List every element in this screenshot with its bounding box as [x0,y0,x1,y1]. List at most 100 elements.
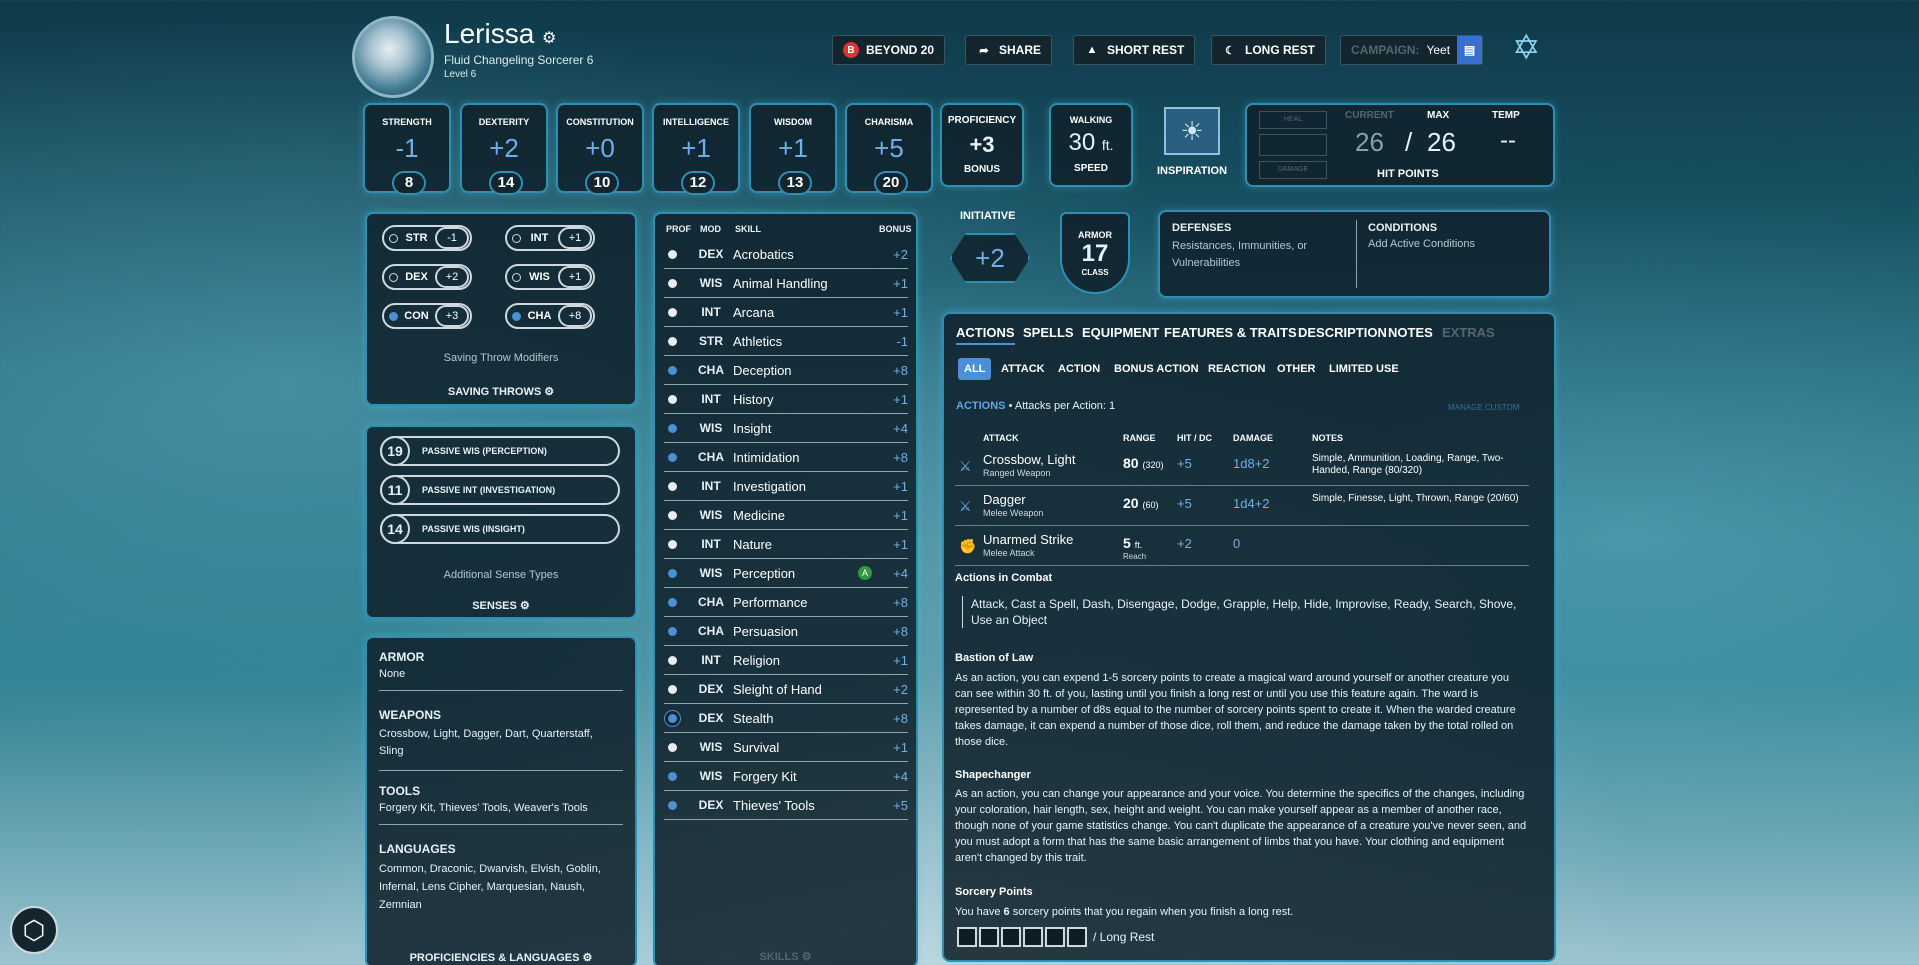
skill-row[interactable]: INT Arcana +1 [664,298,908,327]
attack-damage[interactable]: 0 [1233,536,1240,551]
gear-icon[interactable]: ⚙ [802,951,812,963]
skill-bonus[interactable]: +1 [874,508,908,523]
skill-row[interactable]: WIS Insight +4 [664,414,908,443]
ability-charisma[interactable]: CHARISMA +5 20 [845,103,933,195]
attack-damage[interactable]: 1d8+2 [1233,456,1270,471]
skill-row[interactable]: WIS Survival +1 [664,733,908,762]
conditions-text[interactable]: Add Active Conditions [1368,238,1475,250]
short-rest-button[interactable]: ▲ SHORT REST [1073,35,1196,65]
sorcery-point-checkbox[interactable] [1045,927,1065,947]
character-avatar[interactable] [352,16,434,98]
filter-reaction[interactable]: REACTION [1202,358,1271,380]
ability-modifier[interactable]: +1 [751,133,835,164]
saving-throw-bonus[interactable]: -1 [435,227,469,249]
hp-amount-input[interactable] [1259,134,1327,156]
saving-throw-bonus[interactable]: +3 [435,305,469,327]
additional-sense-types[interactable]: Additional Sense Types [367,569,635,581]
dnd-beyond-logo-icon[interactable]: ✡ [1512,28,1541,68]
skill-row[interactable]: CHA Persuasion +8 [664,617,908,646]
skill-bonus[interactable]: +2 [874,247,908,262]
tab-actions[interactable]: ACTIONS [956,325,1015,345]
skill-row[interactable]: INT History +1 [664,385,908,414]
skill-row[interactable]: CHA Performance +8 [664,588,908,617]
sorcery-point-checkbox[interactable] [979,927,999,947]
skill-row[interactable]: WIS Perception A +4 [664,559,908,588]
filter-action[interactable]: ACTION [1052,358,1106,380]
attack-name[interactable]: Dagger [983,492,1026,507]
campaign-button[interactable]: CAMPAIGN: Yeet ▤ [1340,35,1483,65]
skill-bonus[interactable]: +8 [874,711,908,726]
saving-throw-con[interactable]: CON +3 [382,303,472,329]
skill-bonus[interactable]: +5 [874,798,908,813]
saving-throw-dex[interactable]: DEX +2 [382,264,472,290]
skill-bonus[interactable]: +1 [874,537,908,552]
tab-spells[interactable]: SPELLS [1023,325,1074,340]
proficiencies-title[interactable]: PROFICIENCIES & LANGUAGES ⚙ [367,951,635,964]
skill-row[interactable]: DEX Sleight of Hand +2 [664,675,908,704]
skill-row[interactable]: CHA Deception +8 [664,356,908,385]
attack-hit-bonus[interactable]: +5 [1177,456,1192,471]
ability-dexterity[interactable]: DEXTERITY +2 14 [460,103,548,195]
attack-hit-bonus[interactable]: +5 [1177,496,1192,511]
attack-name[interactable]: Unarmed Strike [983,532,1073,547]
filter-bonus-action[interactable]: BONUS ACTION [1108,358,1205,380]
skill-bonus[interactable]: +1 [874,479,908,494]
skills-title[interactable]: SKILLS ⚙ [655,950,916,963]
saving-throw-bonus[interactable]: +8 [558,305,592,327]
saving-throw-str[interactable]: STR -1 [382,225,472,251]
skill-row[interactable]: WIS Forgery Kit +4 [664,762,908,791]
attack-row[interactable]: ✊ Unarmed Strike Melee Attack 5 ft. Reac… [955,526,1529,566]
filter-attack[interactable]: ATTACK [995,358,1051,380]
skill-bonus[interactable]: +8 [874,450,908,465]
gear-icon[interactable]: ⚙ [520,600,530,612]
skill-bonus[interactable]: +2 [874,682,908,697]
tab-extras[interactable]: EXTRAS [1442,325,1495,340]
sorcery-point-checkbox[interactable] [1023,927,1043,947]
ability-constitution[interactable]: CONSTITUTION +0 10 [556,103,644,195]
dice-roller-icon[interactable]: ⬡ [10,906,58,954]
skill-bonus[interactable]: +1 [874,392,908,407]
ability-modifier[interactable]: +5 [847,133,931,164]
skill-row[interactable]: WIS Medicine +1 [664,501,908,530]
saving-throw-int[interactable]: INT +1 [505,225,595,251]
ability-modifier[interactable]: +2 [462,133,546,164]
skill-bonus[interactable]: +1 [874,276,908,291]
shapechanger-title[interactable]: Shapechanger [955,769,1031,781]
skill-bonus[interactable]: +4 [874,566,908,581]
manage-custom-link[interactable]: MANAGE CUSTOM [1448,403,1519,412]
sorcery-point-checkbox[interactable] [1001,927,1021,947]
skill-row[interactable]: INT Religion +1 [664,646,908,675]
senses-title[interactable]: SENSES ⚙ [367,599,635,612]
skill-bonus[interactable]: +8 [874,624,908,639]
filter-limited-use[interactable]: LIMITED USE [1323,358,1405,380]
skill-bonus[interactable]: +8 [874,363,908,378]
attack-row[interactable]: ⚔ Dagger Melee Weapon 20 (60) +5 1d4+2 S… [955,486,1529,526]
long-rest-button[interactable]: ☾ LONG REST [1211,35,1327,65]
bastion-of-law-title[interactable]: Bastion of Law [955,652,1033,664]
tab-equipment[interactable]: EQUIPMENT [1082,325,1159,340]
beyond20-button[interactable]: B BEYOND 20 [832,35,946,65]
ability-modifier[interactable]: +0 [558,133,642,164]
gear-icon[interactable]: ⚙ [542,30,556,47]
skill-bonus[interactable]: +4 [874,421,908,436]
heal-input[interactable]: HEAL [1259,111,1327,129]
damage-input[interactable]: DAMAGE [1259,161,1327,179]
saving-throw-modifiers[interactable]: Saving Throw Modifiers [367,352,635,364]
ability-modifier[interactable]: +1 [654,133,738,164]
skill-row[interactable]: WIS Animal Handling +1 [664,269,908,298]
armor-class-shield[interactable]: ARMOR 17 CLASS [1060,212,1130,294]
saving-throw-bonus[interactable]: +1 [558,227,592,249]
skill-row[interactable]: DEX Stealth +8 [664,704,908,733]
skill-bonus[interactable]: +1 [874,305,908,320]
skill-bonus[interactable]: +1 [874,740,908,755]
skill-row[interactable]: INT Investigation +1 [664,472,908,501]
temp-hp[interactable]: -- [1500,127,1516,155]
initiative-box[interactable]: +2 [950,233,1030,283]
saving-throws-title[interactable]: SAVING THROWS ⚙ [367,385,635,398]
ability-modifier[interactable]: -1 [365,133,449,164]
chat-icon[interactable]: ▤ [1457,36,1482,64]
ability-wisdom[interactable]: WISDOM +1 13 [749,103,837,195]
skill-row[interactable]: DEX Thieves' Tools +5 [664,791,908,820]
attack-hit-bonus[interactable]: +2 [1177,536,1192,551]
skill-row[interactable]: CHA Intimidation +8 [664,443,908,472]
